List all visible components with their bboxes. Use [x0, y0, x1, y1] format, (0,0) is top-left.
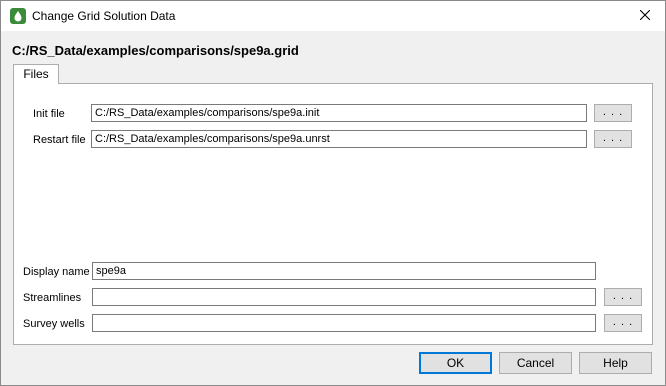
window-title: Change Grid Solution Data	[32, 9, 176, 23]
display-name-field[interactable]: spe9a	[92, 262, 596, 280]
close-button[interactable]	[625, 1, 665, 31]
init-file-browse-button[interactable]: . . .	[594, 104, 632, 122]
close-icon	[639, 9, 651, 23]
restart-file-browse-button[interactable]: . . .	[594, 130, 632, 148]
dialog-window: Change Grid Solution Data C:/RS_Data/exa…	[0, 0, 666, 386]
streamlines-browse-button[interactable]: . . .	[604, 288, 642, 306]
title-bar: Change Grid Solution Data	[1, 1, 665, 31]
restart-file-label: Restart file	[33, 134, 86, 146]
survey-wells-field[interactable]	[92, 314, 596, 332]
survey-wells-browse-button[interactable]: . . .	[604, 314, 642, 332]
init-file-field[interactable]: C:/RS_Data/examples/comparisons/spe9a.in…	[91, 104, 587, 122]
ok-button[interactable]: OK	[419, 352, 492, 374]
droplet-icon	[10, 8, 26, 24]
survey-wells-label: Survey wells	[23, 318, 85, 330]
help-button[interactable]: Help	[579, 352, 652, 374]
grid-path-heading: C:/RS_Data/examples/comparisons/spe9a.gr…	[12, 43, 299, 58]
cancel-button[interactable]: Cancel	[499, 352, 572, 374]
streamlines-label: Streamlines	[23, 292, 82, 304]
init-file-label: Init file	[33, 108, 65, 120]
streamlines-field[interactable]	[92, 288, 596, 306]
restart-file-field[interactable]: C:/RS_Data/examples/comparisons/spe9a.un…	[91, 130, 587, 148]
display-name-label: Display name	[23, 266, 90, 278]
tab-files[interactable]: Files	[13, 64, 59, 84]
